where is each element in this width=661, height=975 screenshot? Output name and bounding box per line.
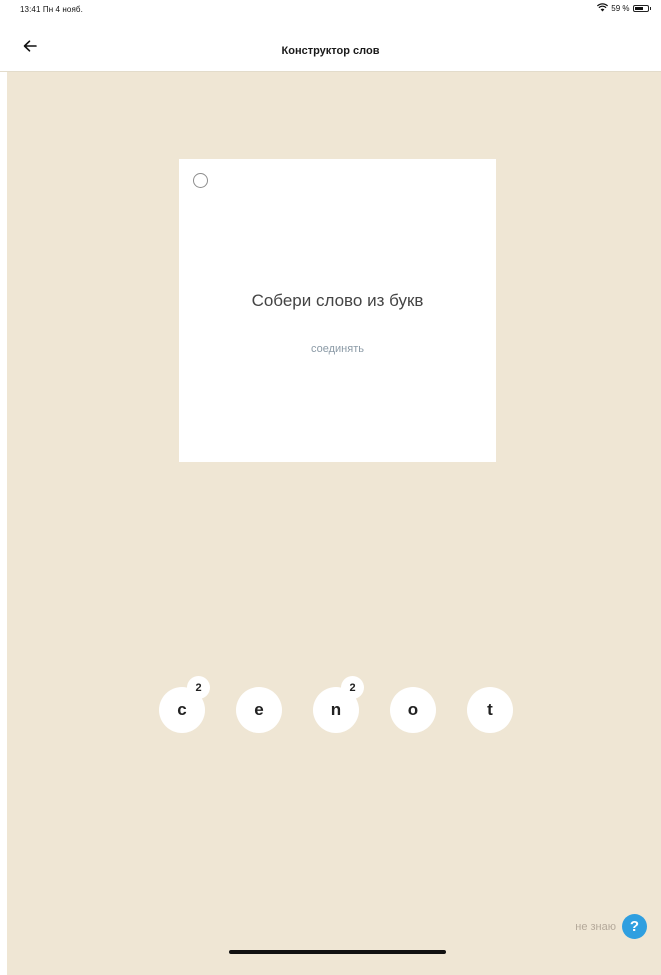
task-card: Собери слово из букв соединять <box>179 159 496 462</box>
task-prompt: Собери слово из букв <box>251 291 424 310</box>
radio-circle-icon[interactable] <box>193 173 208 188</box>
letter-count-badge: 2 <box>187 676 210 699</box>
letter-tile-label: e <box>254 700 264 719</box>
letter-count-badge: 2 <box>341 676 364 699</box>
question-mark-icon: ? <box>622 914 647 939</box>
letter-tile-t[interactable]: t <box>467 687 513 733</box>
letter-tile-o[interactable]: o <box>390 687 436 733</box>
battery-icon <box>632 5 649 12</box>
letter-tile-label: t <box>487 700 493 719</box>
status-indicators: 59 % <box>597 3 651 14</box>
letter-tile-label: n <box>330 700 342 719</box>
page-title: Конструктор слов <box>281 45 380 57</box>
battery-fill <box>634 7 643 10</box>
letter-tile-label: c <box>177 700 187 719</box>
letter-tile-label: o <box>407 700 419 719</box>
home-indicator <box>229 950 446 954</box>
letter-tile-c[interactable]: c 2 <box>159 676 210 733</box>
dont-know-button[interactable]: не знаю ? <box>575 914 647 939</box>
nav-bar: Конструктор слов <box>0 20 661 72</box>
exercise-area: Собери слово из букв соединять c 2 e n 2… <box>7 72 661 975</box>
letter-tile-n[interactable]: n 2 <box>313 676 364 733</box>
dont-know-label: не знаю <box>575 920 616 933</box>
battery-tip <box>649 7 651 10</box>
battery-percent: 59 % <box>611 4 630 13</box>
letter-tile-e[interactable]: e <box>236 687 282 733</box>
task-hint: соединять <box>311 343 364 355</box>
status-bar: 13:41 Пн 4 нояб. 59 % <box>0 0 661 20</box>
wifi-icon <box>597 3 609 14</box>
status-time: 13:41 Пн 4 нояб. <box>20 5 83 14</box>
